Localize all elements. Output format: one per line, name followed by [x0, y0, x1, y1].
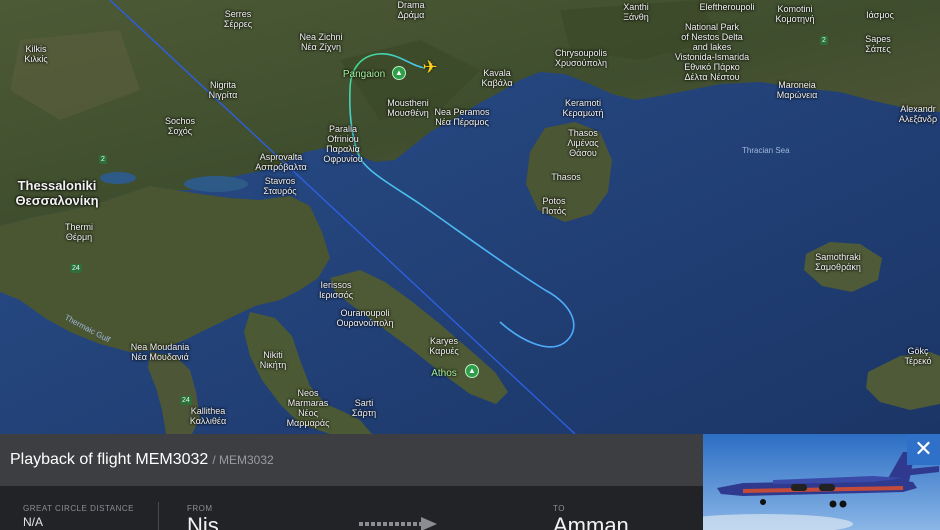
label-ierissos: Ierissos Ιερισσός: [318, 280, 354, 300]
label-aggelochori: Ιάσμος: [866, 10, 894, 20]
label-maroneia: Maroneia Μαρώνεια: [776, 80, 818, 100]
label-kallithea: Kallithea Καλλιθέα: [189, 406, 227, 426]
flight-map[interactable]: Serres Σέρρες Nea Zichni Νέα Ζίχνη Pangaio…: [0, 0, 940, 434]
label-thessaloniki: Thessaloniki Θεσσαλονίκη: [15, 178, 99, 208]
aircraft-photo[interactable]: [703, 434, 940, 530]
road-badge: 24: [70, 264, 82, 273]
road-badge: 24: [180, 396, 192, 405]
label-thracian-sea: Thracian Sea: [742, 146, 790, 155]
label-nea-zichni: Nea Zichni Νέα Ζίχνη: [299, 32, 343, 52]
label-thasos-island: Thasos: [551, 172, 581, 182]
label-potos: Potos Ποτός: [541, 196, 567, 216]
great-circle-distance-value: N/A: [23, 515, 44, 529]
route-arrow-icon: [359, 517, 437, 530]
label-kilkis: Kilkis Κιλκίς: [24, 44, 48, 64]
mountain-peak-icon: ▲: [392, 66, 406, 80]
label-nikiti: Nikiti Νικήτη: [259, 350, 287, 370]
label-asprovalta: Asprovalta Ασπρόβαλτα: [255, 152, 307, 172]
from-label: FROM: [187, 504, 213, 513]
road-badge: 2: [99, 155, 107, 164]
label-stavros: Stavros Σταυρός: [263, 176, 297, 196]
aircraft-photo-image: [703, 434, 940, 530]
road-badge: 2: [820, 36, 828, 45]
to-label: TO: [553, 504, 565, 513]
label-neos-marmaras: Neos Marmaras Νέος Μαρμαράς: [286, 388, 330, 428]
label-ouranoupoli: Ouranoupoli Ουρανούπολη: [336, 308, 394, 328]
flight-callsign: / MEM3032: [212, 453, 274, 467]
label-keramoti: Keramoti Κεραμωτή: [562, 98, 604, 118]
label-athos: Athos: [431, 368, 457, 379]
divider: [158, 502, 159, 530]
label-pangaion: Pangaion: [342, 69, 386, 80]
label-gokceada: Gökç Τέρεκό: [904, 346, 932, 366]
label-sarti: Sarti Σάρτη: [351, 398, 377, 418]
label-xanthi: Xanthi Ξάνθη: [623, 2, 649, 22]
label-alexandroupoli: Alexandr Αλεξάνδρ: [898, 104, 938, 124]
label-samothraki: Samothraki Σαμοθράκη: [815, 252, 861, 272]
close-icon: ✕: [914, 436, 933, 461]
great-circle-distance-label: GREAT CIRCLE DISTANCE: [23, 504, 134, 513]
label-paralia-ofriniou: Paralia Ofriniou Παραλία Οφρυνίου: [323, 124, 363, 164]
label-drama: Drama Δράμα: [397, 0, 425, 20]
aircraft-icon[interactable]: ✈: [421, 58, 439, 76]
label-nea-peramos: Nea Peramos Νέα Πέραμος: [434, 107, 490, 127]
label-sochos: Sochos Σοχός: [164, 116, 196, 136]
label-chrysoupolis: Chrysoupolis Χρυσούπολη: [554, 48, 608, 68]
label-thasos-town: Thasos Λιμένας Θάσου: [567, 128, 599, 158]
label-nea-moudania: Nea Moudania Νέα Μουδανιά: [130, 342, 190, 362]
destination-airport: Amman: [553, 513, 629, 530]
label-karyes: Karyes Καρυές: [429, 336, 459, 356]
label-serres: Serres Σέρρες: [223, 9, 253, 29]
label-moustheni: Moustheni Μουσθένη: [387, 98, 429, 118]
panel-titlebar: Playback of flight MEM3032/ MEM3032: [0, 434, 703, 486]
origin-airport: Nis: [187, 513, 219, 530]
label-kavala: Kavala Καβάλα: [481, 68, 513, 88]
label-komotini: Komotini Κομοτηνή: [775, 4, 815, 24]
label-national-park: National Park of Nestos Delta and lakes Vis…: [674, 22, 750, 82]
mountain-peak-icon: ▲: [465, 364, 479, 378]
flight-info-panel: Playback of flight MEM3032/ MEM3032 GREA…: [0, 434, 703, 530]
flight-title: Playback of flight MEM3032/ MEM3032: [10, 451, 274, 469]
label-eleftheroupoli: Eleftheroupoli: [699, 2, 755, 12]
label-thermi: Thermi Θέρμη: [64, 222, 94, 242]
label-nigrita: Nigrita Νιγρίτα: [208, 80, 238, 100]
close-button[interactable]: ✕: [907, 434, 940, 465]
flight-title-text: Playback of flight MEM3032: [10, 451, 209, 468]
label-sapes: Sapes Σάπες: [865, 34, 891, 54]
